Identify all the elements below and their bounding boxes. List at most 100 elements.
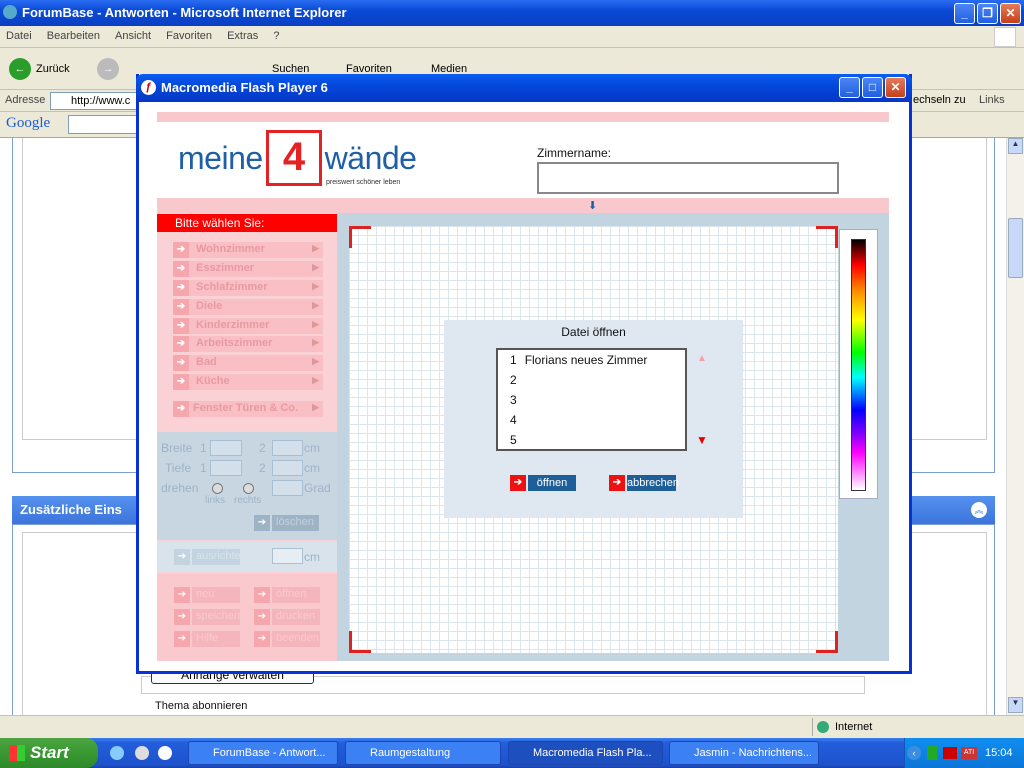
delete-button[interactable]: ➔ löschen — [254, 515, 319, 531]
file-row[interactable]: 4 — [510, 413, 517, 427]
flash-close-button[interactable]: ✕ — [885, 77, 906, 98]
room-name-input[interactable] — [537, 162, 839, 194]
save-button[interactable]: ➔ speichern — [174, 609, 244, 625]
arrow-right-icon: ➔ — [609, 475, 625, 491]
arrow-right-icon: ➔ — [173, 318, 189, 334]
open-button[interactable]: ➔ öffnen — [254, 587, 320, 603]
file-row[interactable]: 3 — [510, 393, 517, 407]
tray-expand-icon[interactable]: ‹ — [907, 746, 921, 760]
task-jasmin[interactable]: Jasmin - Nachrichtens... — [669, 741, 819, 765]
windows-logo-icon — [994, 27, 1016, 47]
logo-four: 4 — [266, 130, 322, 186]
depth-2-input[interactable] — [272, 460, 303, 476]
arrow-right-icon: ➔ — [173, 261, 189, 277]
flash-maximize-button[interactable]: □ — [862, 77, 883, 98]
vertical-scrollbar[interactable]: ▲ ▼ — [1006, 138, 1024, 715]
help-label: Hilfe — [196, 632, 219, 644]
depth-unit: cm — [304, 461, 320, 475]
arrow-down-icon[interactable]: ⬇ — [588, 199, 597, 212]
scroll-down-arrow-icon[interactable]: ▼ — [1008, 697, 1023, 713]
dialog-open-button[interactable]: ➔ öffnen — [510, 475, 576, 491]
print-button[interactable]: ➔ drucken — [254, 609, 320, 625]
menu-help[interactable]: ? — [267, 26, 285, 42]
corner-top-right — [816, 226, 838, 248]
width-1-input[interactable] — [210, 440, 242, 456]
room-arbeitszimmer[interactable]: ➔ Arbeitszimmer ▶ — [173, 336, 323, 352]
room-label: Arbeitszimmer — [196, 337, 273, 349]
arrow-right-icon: ➔ — [174, 587, 190, 603]
room-bad[interactable]: ➔ Bad ▶ — [173, 355, 323, 371]
back-button[interactable]: Zurück — [36, 63, 70, 75]
arrow-right-icon: ➔ — [173, 280, 189, 296]
align-button[interactable]: ➔ ausrichten — [174, 549, 247, 565]
submenu-icon: ▶ — [312, 319, 319, 329]
quicklaunch-icon[interactable] — [135, 746, 149, 760]
file-row[interactable]: 1 Florians neues Zimmer — [510, 353, 647, 367]
room-diele[interactable]: ➔ Diele ▶ — [173, 299, 323, 315]
file-row[interactable]: 5 — [510, 433, 517, 447]
width-2-label: 2 — [259, 441, 266, 455]
list-scroll-up-icon[interactable]: ▲ — [697, 353, 707, 364]
new-button[interactable]: ➔ neu — [174, 587, 240, 603]
menu-favoriten[interactable]: Favoriten — [160, 26, 218, 42]
address-label: Adresse — [5, 94, 46, 106]
task-raumgestaltung[interactable]: Raumgestaltung — [345, 741, 501, 765]
tray-nvidia-icon[interactable] — [943, 747, 957, 759]
menu-bearbeiten[interactable]: Bearbeiten — [41, 26, 106, 42]
address-input[interactable]: http://www.c — [50, 92, 150, 110]
close-button[interactable]: ✕ — [1000, 3, 1021, 24]
switch-label[interactable]: echseln zu — [913, 94, 966, 106]
scroll-up-arrow-icon[interactable]: ▲ — [1008, 138, 1023, 154]
depth-1-label: 1 — [200, 461, 207, 475]
room-label: Schlafzimmer — [196, 281, 268, 293]
depth-1-input[interactable] — [210, 460, 242, 476]
pink-bar — [157, 198, 889, 213]
room-kueche[interactable]: ➔ Küche ▶ — [173, 374, 323, 390]
scroll-thumb[interactable] — [1008, 218, 1023, 278]
windows-doors-item[interactable]: ➔ Fenster Türen & Co. ▶ — [173, 401, 323, 417]
rotate-label: drehen — [161, 481, 199, 495]
list-scroll-down-icon[interactable]: ▼ — [696, 433, 708, 447]
depth-label: Tiefe — [165, 461, 192, 475]
room-kinderzimmer[interactable]: ➔ Kinderzimmer ▶ — [173, 318, 323, 334]
flash-minimize-button[interactable]: _ — [839, 77, 860, 98]
system-tray: ‹ ATI 15:04 — [904, 738, 1024, 768]
links-label[interactable]: Links — [979, 94, 1005, 106]
color-picker[interactable] — [851, 239, 866, 491]
media-quicklaunch-icon[interactable] — [158, 746, 172, 760]
rotate-left-radio[interactable] — [212, 483, 223, 494]
rotate-input[interactable] — [272, 480, 303, 496]
dialog-open-label: öffnen — [528, 475, 576, 491]
minimize-button[interactable]: _ — [954, 3, 975, 24]
task-flash-player[interactable]: Macromedia Flash Pla... — [508, 741, 663, 765]
forward-arrow-icon[interactable]: → — [97, 58, 119, 80]
dialog-cancel-button[interactable]: ➔ abbrechen — [609, 475, 679, 491]
google-search-input[interactable] — [68, 115, 138, 134]
help-button[interactable]: ➔ Hilfe — [174, 631, 240, 647]
back-arrow-icon[interactable]: ← — [9, 58, 31, 80]
maximize-button[interactable]: ❐ — [977, 3, 998, 24]
subscribe-label: Thema abonnieren — [155, 700, 248, 712]
menu-ansicht[interactable]: Ansicht — [109, 26, 157, 42]
collapse-icon[interactable]: ︽ — [971, 502, 987, 518]
google-logo[interactable]: Google — [6, 115, 50, 132]
align-input[interactable] — [272, 548, 303, 564]
width-2-input[interactable] — [272, 440, 303, 456]
file-row[interactable]: 2 — [510, 373, 517, 387]
room-schlafzimmer[interactable]: ➔ Schlafzimmer ▶ — [173, 280, 323, 296]
room-wohnzimmer[interactable]: ➔ Wohnzimmer ▶ — [173, 242, 323, 258]
ie-quicklaunch-icon[interactable] — [110, 746, 124, 760]
task-forumbase[interactable]: ForumBase - Antwort... — [188, 741, 338, 765]
room-esszimmer[interactable]: ➔ Esszimmer ▶ — [173, 261, 323, 277]
tray-ati-icon[interactable]: ATI — [961, 747, 977, 759]
tray-app-icon[interactable] — [927, 746, 937, 760]
status-zone: Internet — [835, 721, 873, 733]
corner-top-left — [349, 226, 371, 248]
rotate-right-radio[interactable] — [243, 483, 254, 494]
start-button[interactable]: Start — [0, 738, 98, 768]
menu-datei[interactable]: Datei — [0, 26, 38, 42]
menu-extras[interactable]: Extras — [221, 26, 264, 42]
quit-button[interactable]: ➔ beenden — [254, 631, 320, 647]
dialog-cancel-label: abbrechen — [627, 475, 679, 491]
arrow-right-icon: ➔ — [173, 242, 189, 258]
